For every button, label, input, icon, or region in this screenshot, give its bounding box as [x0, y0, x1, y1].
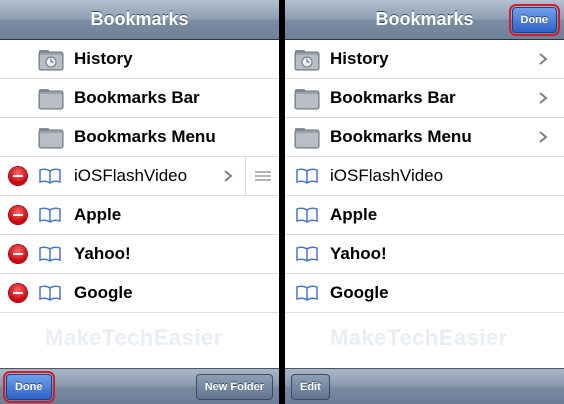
- chevron-right-icon: [539, 53, 548, 65]
- left-row-iosflashvideo-label: iOSFlashVideo: [74, 166, 188, 185]
- left-row-apple-label: Apple: [74, 205, 122, 224]
- right-toolbar: Edit: [285, 368, 564, 404]
- chevron-right-icon: [539, 92, 548, 104]
- left-row-history-label: History: [74, 49, 133, 68]
- right-row-bookmarks-menu[interactable]: Bookmarks Menu: [285, 118, 564, 157]
- folder-icon: [38, 128, 64, 149]
- left-row-history[interactable]: History: [0, 40, 279, 79]
- right-row-apple-label: Apple: [330, 205, 378, 224]
- right-row-history[interactable]: History: [285, 40, 564, 79]
- left-row-yahoo-label: Yahoo!: [74, 244, 131, 263]
- right-row-bookmarks-bar-label: Bookmarks Bar: [330, 88, 456, 107]
- edit-button[interactable]: Edit: [291, 374, 330, 400]
- delete-icon[interactable]: [9, 284, 27, 302]
- left-bookmark-list: History Bookmarks Bar Bookmarks Menu iOS…: [0, 40, 279, 313]
- left-row-yahoo[interactable]: Yahoo!: [0, 235, 279, 274]
- delete-icon[interactable]: [9, 206, 27, 224]
- bookmark-book-icon: [296, 207, 318, 223]
- folder-icon: [38, 89, 64, 110]
- bookmark-book-icon: [39, 207, 61, 223]
- chevron-right-icon: [539, 131, 548, 143]
- right-row-apple[interactable]: Apple: [285, 196, 564, 235]
- delete-icon[interactable]: [9, 167, 27, 185]
- bookmark-book-icon: [296, 285, 318, 301]
- bookmark-book-icon: [296, 246, 318, 262]
- left-nav-title: Bookmarks: [90, 9, 189, 29]
- bookmark-book-icon: [39, 285, 61, 301]
- row-divider: [245, 157, 246, 195]
- bookmark-book-icon: [39, 168, 61, 184]
- watermark: MakeTechEasier: [45, 325, 223, 350]
- folder-icon: [294, 128, 320, 149]
- left-toolbar: Done New Folder: [0, 368, 279, 404]
- new-folder-button[interactable]: New Folder: [195, 374, 273, 400]
- right-row-bookmarks-bar[interactable]: Bookmarks Bar: [285, 79, 564, 118]
- reorder-icon[interactable]: [255, 170, 271, 182]
- left-row-google-label: Google: [74, 283, 133, 302]
- right-navbar: Bookmarks Done: [285, 0, 564, 40]
- right-row-yahoo[interactable]: Yahoo!: [285, 235, 564, 274]
- history-folder-icon: [294, 50, 320, 71]
- history-folder-icon: [38, 50, 64, 71]
- right-row-bookmarks-menu-label: Bookmarks Menu: [330, 127, 472, 146]
- left-row-apple[interactable]: Apple: [0, 196, 279, 235]
- bookmark-book-icon: [296, 168, 318, 184]
- left-row-bookmarks-menu[interactable]: Bookmarks Menu: [0, 118, 279, 157]
- left-row-bookmarks-menu-label: Bookmarks Menu: [74, 127, 216, 146]
- left-row-iosflashvideo[interactable]: iOSFlashVideo: [0, 157, 279, 196]
- left-row-google[interactable]: Google: [0, 274, 279, 313]
- right-row-history-label: History: [330, 49, 389, 68]
- left-bookmarks-panel: Bookmarks History Bookmarks Bar Bookmark…: [0, 0, 279, 404]
- left-row-bookmarks-bar[interactable]: Bookmarks Bar: [0, 79, 279, 118]
- right-row-google-label: Google: [330, 283, 389, 302]
- right-row-yahoo-label: Yahoo!: [330, 244, 387, 263]
- right-row-google[interactable]: Google: [285, 274, 564, 313]
- right-bookmarks-panel: Bookmarks Done History Bookmarks Bar Boo…: [285, 0, 564, 404]
- done-button[interactable]: Done: [3, 371, 55, 403]
- right-row-iosflashvideo-label: iOSFlashVideo: [330, 166, 444, 185]
- right-row-iosflashvideo[interactable]: iOSFlashVideo: [285, 157, 564, 196]
- chevron-right-icon[interactable]: [223, 170, 233, 182]
- bookmark-book-icon: [39, 246, 61, 262]
- left-row-bookmarks-bar-label: Bookmarks Bar: [74, 88, 200, 107]
- right-bookmark-list: History Bookmarks Bar Bookmarks Menu iOS…: [285, 40, 564, 313]
- delete-icon[interactable]: [9, 245, 27, 263]
- watermark: MakeTechEasier: [330, 325, 508, 350]
- folder-icon: [294, 89, 320, 110]
- left-navbar: Bookmarks: [0, 0, 279, 40]
- nav-done-button[interactable]: Done: [508, 4, 560, 36]
